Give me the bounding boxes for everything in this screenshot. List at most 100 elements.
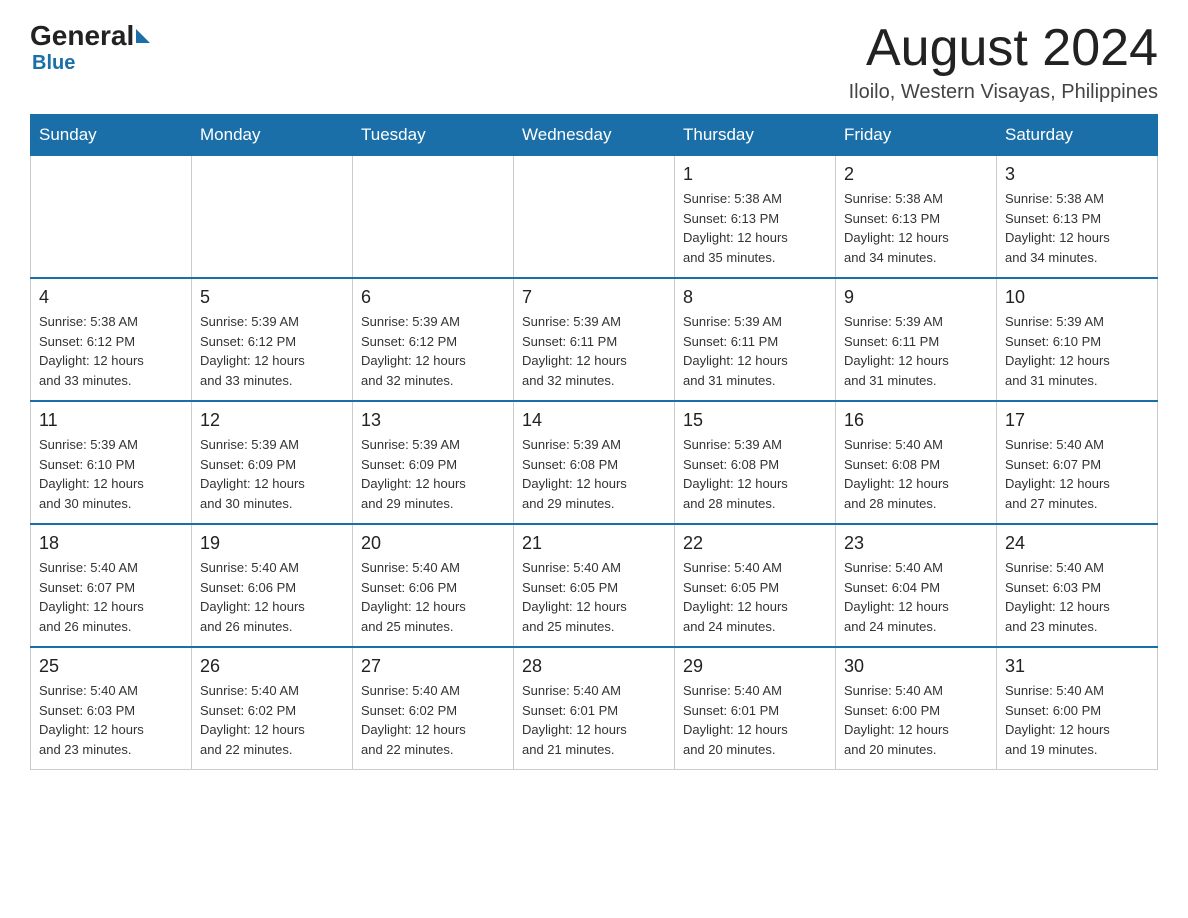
- calendar-cell: 4 Sunrise: 5:38 AMSunset: 6:12 PMDaylight…: [31, 278, 192, 401]
- calendar-cell: 21 Sunrise: 5:40 AMSunset: 6:05 PMDayligh…: [514, 524, 675, 647]
- day-info: Sunrise: 5:39 AMSunset: 6:10 PMDaylight:…: [1005, 312, 1149, 390]
- calendar-cell: 15Sunrise: 5:39 AMSunset: 6:08 PMDayligh…: [675, 401, 836, 524]
- calendar-cell: 23 Sunrise: 5:40 AMSunset: 6:04 PMDayligh…: [836, 524, 997, 647]
- day-info: Sunrise: 5:38 AMSunset: 6:12 PMDaylight:…: [39, 312, 183, 390]
- calendar-week-row: 11 Sunrise: 5:39 AMSunset: 6:10 PMDayligh…: [31, 401, 1158, 524]
- day-number: 3: [1005, 164, 1149, 185]
- day-number: 24: [1005, 533, 1149, 554]
- calendar-title: August 2024: [849, 20, 1158, 77]
- location-subtitle: Iloilo, Western Visayas, Philippines: [849, 81, 1158, 104]
- column-header-friday: Friday: [836, 115, 997, 156]
- day-number: 11: [39, 410, 183, 431]
- calendar-cell: 27 Sunrise: 5:40 AMSunset: 6:02 PMDayligh…: [353, 647, 514, 770]
- calendar-cell: [31, 156, 192, 279]
- calendar-cell: 3Sunrise: 5:38 AMSunset: 6:13 PMDaylight…: [997, 156, 1158, 279]
- calendar-cell: 14 Sunrise: 5:39 AMSunset: 6:08 PMDayligh…: [514, 401, 675, 524]
- calendar-cell: 18Sunrise: 5:40 AMSunset: 6:07 PMDayligh…: [31, 524, 192, 647]
- day-number: 6: [361, 287, 505, 308]
- calendar-cell: 9Sunrise: 5:39 AMSunset: 6:11 PMDaylight…: [836, 278, 997, 401]
- calendar-cell: [353, 156, 514, 279]
- calendar-week-row: 25Sunrise: 5:40 AMSunset: 6:03 PMDayligh…: [31, 647, 1158, 770]
- calendar-cell: 26Sunrise: 5:40 AMSunset: 6:02 PMDayligh…: [192, 647, 353, 770]
- day-number: 7: [522, 287, 666, 308]
- calendar-cell: 10Sunrise: 5:39 AMSunset: 6:10 PMDayligh…: [997, 278, 1158, 401]
- day-info: Sunrise: 5:39 AMSunset: 6:11 PMDaylight:…: [522, 312, 666, 390]
- column-header-sunday: Sunday: [31, 115, 192, 156]
- day-info: Sunrise: 5:39 AMSunset: 6:12 PMDaylight:…: [200, 312, 344, 390]
- calendar-cell: 17 Sunrise: 5:40 AMSunset: 6:07 PMDayligh…: [997, 401, 1158, 524]
- day-info: Sunrise: 5:40 AMSunset: 6:03 PMDaylight:…: [1005, 558, 1149, 636]
- calendar-cell: 22 Sunrise: 5:40 AMSunset: 6:05 PMDayligh…: [675, 524, 836, 647]
- title-area: August 2024 Iloilo, Western Visayas, Phi…: [849, 20, 1158, 104]
- column-header-monday: Monday: [192, 115, 353, 156]
- day-info: Sunrise: 5:40 AMSunset: 6:02 PMDaylight:…: [361, 681, 505, 759]
- calendar-cell: 30Sunrise: 5:40 AMSunset: 6:00 PMDayligh…: [836, 647, 997, 770]
- day-info: Sunrise: 5:40 AMSunset: 6:02 PMDaylight:…: [200, 681, 344, 759]
- calendar-cell: 5 Sunrise: 5:39 AMSunset: 6:12 PMDaylight…: [192, 278, 353, 401]
- calendar-week-row: 4 Sunrise: 5:38 AMSunset: 6:12 PMDaylight…: [31, 278, 1158, 401]
- day-info: Sunrise: 5:40 AMSunset: 6:06 PMDaylight:…: [361, 558, 505, 636]
- logo: General Blue: [30, 20, 150, 75]
- day-number: 21: [522, 533, 666, 554]
- day-info: Sunrise: 5:40 AMSunset: 6:01 PMDaylight:…: [683, 681, 827, 759]
- calendar-cell: 16 Sunrise: 5:40 AMSunset: 6:08 PMDayligh…: [836, 401, 997, 524]
- day-number: 5: [200, 287, 344, 308]
- day-number: 22: [683, 533, 827, 554]
- day-number: 12: [200, 410, 344, 431]
- column-header-tuesday: Tuesday: [353, 115, 514, 156]
- calendar-header-row: SundayMondayTuesdayWednesdayThursdayFrid…: [31, 115, 1158, 156]
- day-info: Sunrise: 5:38 AMSunset: 6:13 PMDaylight:…: [844, 189, 988, 267]
- calendar-cell: 7 Sunrise: 5:39 AMSunset: 6:11 PMDaylight…: [514, 278, 675, 401]
- calendar-cell: 11 Sunrise: 5:39 AMSunset: 6:10 PMDayligh…: [31, 401, 192, 524]
- day-number: 31: [1005, 656, 1149, 677]
- page-header: General Blue August 2024 Iloilo, Western…: [30, 20, 1158, 104]
- day-info: Sunrise: 5:40 AMSunset: 6:07 PMDaylight:…: [1005, 435, 1149, 513]
- day-number: 8: [683, 287, 827, 308]
- day-number: 14: [522, 410, 666, 431]
- logo-text: General: [30, 20, 150, 52]
- day-info: Sunrise: 5:40 AMSunset: 6:05 PMDaylight:…: [683, 558, 827, 636]
- logo-blue-text: Blue: [32, 52, 75, 75]
- day-number: 4: [39, 287, 183, 308]
- day-number: 9: [844, 287, 988, 308]
- column-header-wednesday: Wednesday: [514, 115, 675, 156]
- logo-general: General: [30, 20, 134, 52]
- column-header-saturday: Saturday: [997, 115, 1158, 156]
- calendar-cell: 19Sunrise: 5:40 AMSunset: 6:06 PMDayligh…: [192, 524, 353, 647]
- calendar-cell: 24 Sunrise: 5:40 AMSunset: 6:03 PMDayligh…: [997, 524, 1158, 647]
- day-number: 23: [844, 533, 988, 554]
- day-number: 28: [522, 656, 666, 677]
- calendar-week-row: 1 Sunrise: 5:38 AMSunset: 6:13 PMDaylight…: [31, 156, 1158, 279]
- day-info: Sunrise: 5:40 AMSunset: 6:07 PMDaylight:…: [39, 558, 183, 636]
- calendar-cell: 25Sunrise: 5:40 AMSunset: 6:03 PMDayligh…: [31, 647, 192, 770]
- calendar-cell: [192, 156, 353, 279]
- calendar-cell: 2Sunrise: 5:38 AMSunset: 6:13 PMDaylight…: [836, 156, 997, 279]
- day-info: Sunrise: 5:40 AMSunset: 6:04 PMDaylight:…: [844, 558, 988, 636]
- calendar-cell: 29 Sunrise: 5:40 AMSunset: 6:01 PMDayligh…: [675, 647, 836, 770]
- day-info: Sunrise: 5:40 AMSunset: 6:00 PMDaylight:…: [1005, 681, 1149, 759]
- calendar-cell: 8Sunrise: 5:39 AMSunset: 6:11 PMDaylight…: [675, 278, 836, 401]
- calendar-table: SundayMondayTuesdayWednesdayThursdayFrid…: [30, 114, 1158, 770]
- day-number: 29: [683, 656, 827, 677]
- day-info: Sunrise: 5:40 AMSunset: 6:00 PMDaylight:…: [844, 681, 988, 759]
- calendar-cell: 28 Sunrise: 5:40 AMSunset: 6:01 PMDayligh…: [514, 647, 675, 770]
- day-info: Sunrise: 5:39 AMSunset: 6:09 PMDaylight:…: [200, 435, 344, 513]
- calendar-cell: 13 Sunrise: 5:39 AMSunset: 6:09 PMDayligh…: [353, 401, 514, 524]
- day-number: 13: [361, 410, 505, 431]
- day-info: Sunrise: 5:39 AMSunset: 6:08 PMDaylight:…: [522, 435, 666, 513]
- day-number: 17: [1005, 410, 1149, 431]
- day-info: Sunrise: 5:40 AMSunset: 6:08 PMDaylight:…: [844, 435, 988, 513]
- day-number: 16: [844, 410, 988, 431]
- day-info: Sunrise: 5:40 AMSunset: 6:05 PMDaylight:…: [522, 558, 666, 636]
- day-number: 1: [683, 164, 827, 185]
- logo-triangle-icon: [136, 29, 150, 43]
- day-info: Sunrise: 5:39 AMSunset: 6:12 PMDaylight:…: [361, 312, 505, 390]
- day-number: 19: [200, 533, 344, 554]
- day-info: Sunrise: 5:39 AMSunset: 6:09 PMDaylight:…: [361, 435, 505, 513]
- day-number: 27: [361, 656, 505, 677]
- day-info: Sunrise: 5:38 AMSunset: 6:13 PMDaylight:…: [683, 189, 827, 267]
- day-info: Sunrise: 5:40 AMSunset: 6:01 PMDaylight:…: [522, 681, 666, 759]
- calendar-week-row: 18Sunrise: 5:40 AMSunset: 6:07 PMDayligh…: [31, 524, 1158, 647]
- day-info: Sunrise: 5:39 AMSunset: 6:10 PMDaylight:…: [39, 435, 183, 513]
- calendar-cell: 31 Sunrise: 5:40 AMSunset: 6:00 PMDayligh…: [997, 647, 1158, 770]
